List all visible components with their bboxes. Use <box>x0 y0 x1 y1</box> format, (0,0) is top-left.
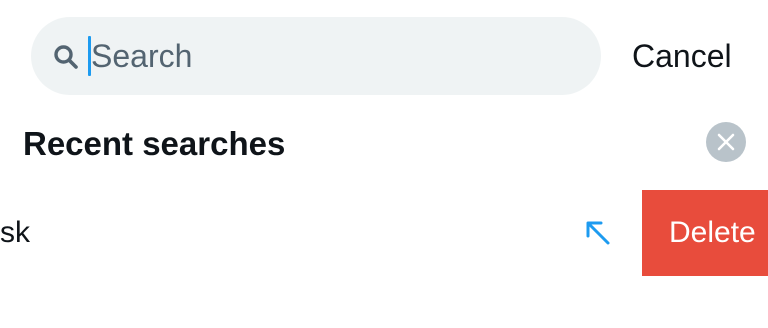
arrow-up-left-icon[interactable] <box>583 218 613 248</box>
search-input[interactable] <box>91 33 571 79</box>
search-bar[interactable] <box>31 17 601 95</box>
recent-search-item[interactable]: sk Delete <box>0 190 768 276</box>
recent-searches-title: Recent searches <box>23 125 286 162</box>
recent-search-text[interactable]: sk <box>0 215 30 251</box>
delete-label: Delete <box>669 216 756 249</box>
delete-button[interactable]: Delete <box>642 190 768 276</box>
close-icon <box>717 133 735 151</box>
clear-recent-button[interactable] <box>706 122 746 162</box>
cancel-button[interactable]: Cancel <box>632 38 732 74</box>
search-icon <box>53 44 79 70</box>
